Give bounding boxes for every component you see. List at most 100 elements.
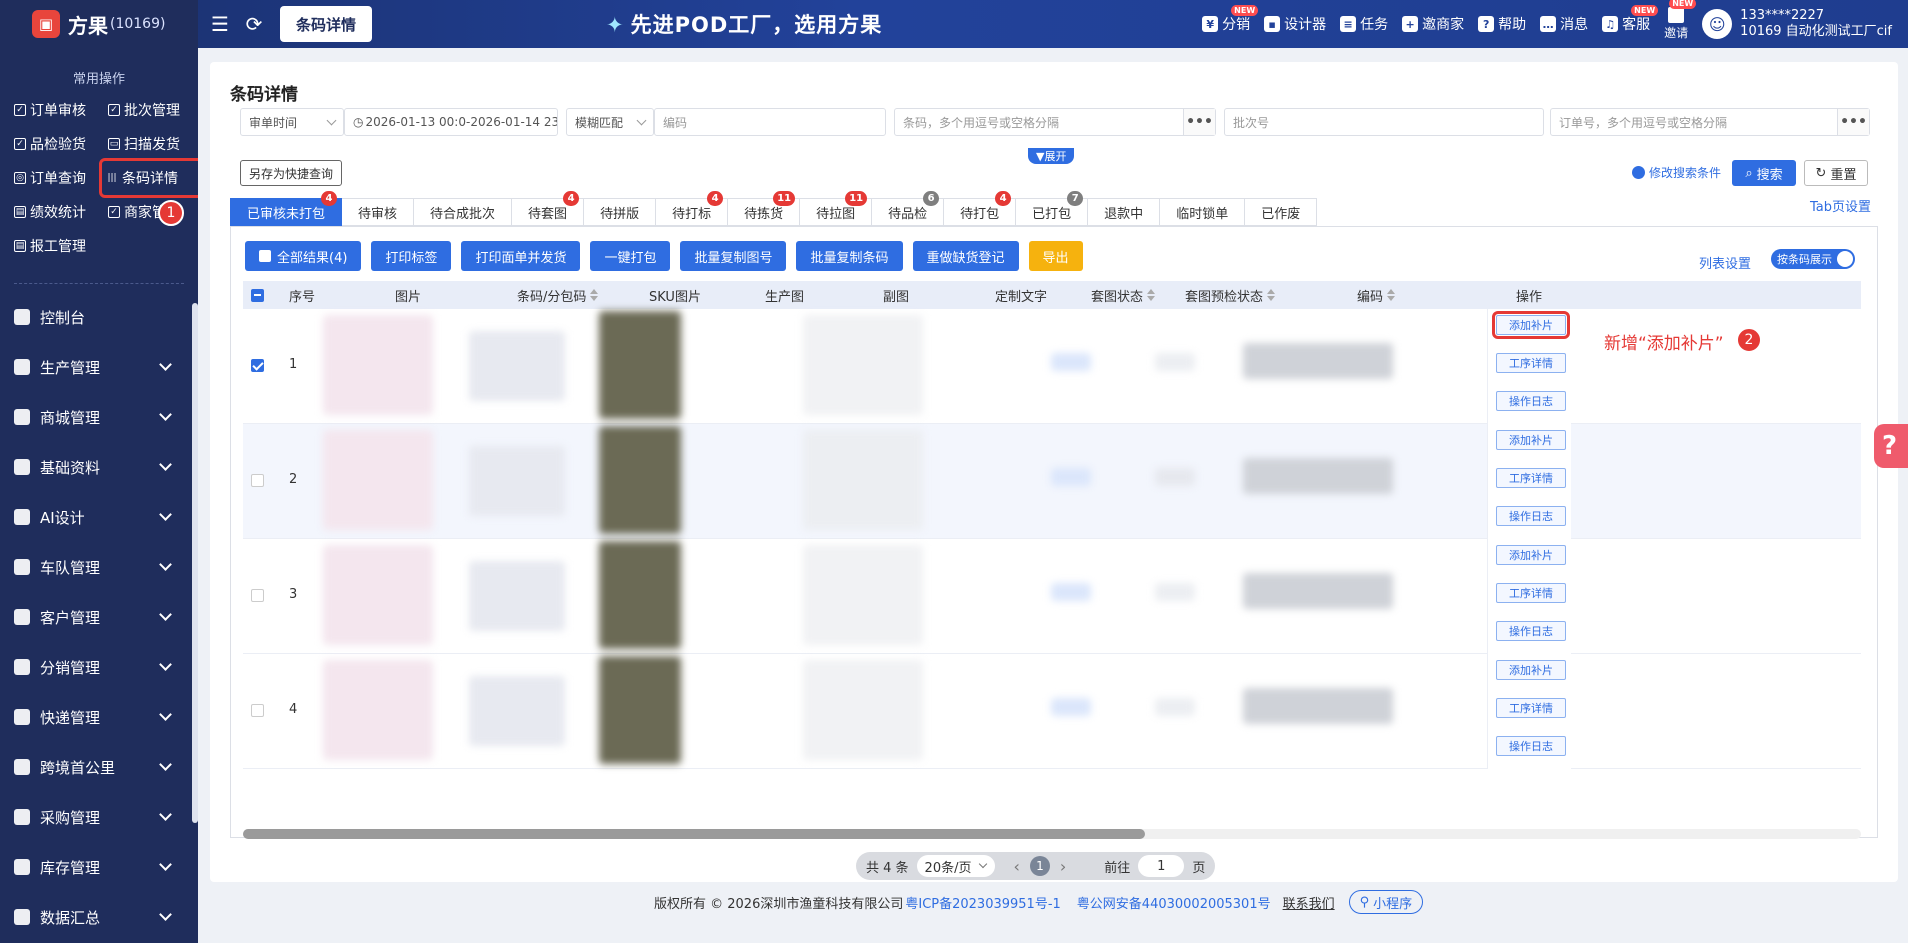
menu-toggle-icon[interactable]: ☰ [208,12,232,36]
icp-link[interactable]: 粤ICP备2023039951号-1 [905,893,1060,912]
tab-pending-label[interactable]: 待打标 4 [656,191,729,226]
sort-icon[interactable] [590,289,599,301]
table-row[interactable]: 2 淘宝 添加补片 工序详情 操作日志 [243,424,1861,539]
nav-designer[interactable]: ▪ 设计器 [1264,14,1326,34]
next-page-icon[interactable]: › [1060,857,1066,876]
sku-image-thumbnail[interactable] [599,426,681,534]
menu-inventory[interactable]: 库存管理 [0,842,198,892]
process-detail-button[interactable]: 工序详情 [1496,698,1566,718]
nav-tasks[interactable]: ≡ 任务 [1340,14,1388,34]
col-barcode[interactable]: 条码/分包码 [517,281,599,309]
menu-express[interactable]: 快递管理 [0,692,198,742]
order-input[interactable]: 订单号，多个用逗号或空格分隔 ••• [1550,108,1870,136]
tab-pending-batch[interactable]: 待合成批次 [414,198,513,226]
nav-invite-merchant[interactable]: + 邀商家 [1402,14,1464,34]
row-checkbox[interactable] [251,589,264,602]
tab-packed[interactable]: 已打包 7 [1016,191,1089,226]
table-row[interactable]: 4 淘宝 添加补片 工序详情 操作日志 [243,654,1861,769]
product-image-thumbnail[interactable] [323,545,433,645]
refresh-icon[interactable]: ⟳ [242,12,266,36]
process-detail-button[interactable]: 工序详情 [1496,468,1566,488]
match-type-select[interactable]: 模糊匹配 [566,108,654,136]
tab-pending-review[interactable]: 待审核 [342,198,415,226]
quick-order-review[interactable]: ✓ 订单审核 [14,93,108,127]
quick-scan-ship[interactable]: ▭ 扫描发货 [108,127,198,161]
table-row[interactable]: 3 淘宝 添加补片 工序详情 操作日志 [243,539,1861,654]
app-logo[interactable]: ▣ 方果 (10169) [0,0,198,48]
add-patch-button[interactable]: 添加补片 [1496,660,1566,680]
page-size-select[interactable]: 20条/页 [916,855,996,877]
process-detail-button[interactable]: 工序详情 [1496,583,1566,603]
tab-voided[interactable]: 已作废 [1245,198,1318,226]
process-detail-button[interactable]: 工序详情 [1496,353,1566,373]
nav-support[interactable]: ♫ 客服 NEW [1602,5,1659,34]
tab-barcode-detail[interactable]: 条码详情 [280,6,373,42]
tab-refunding[interactable]: 退款中 [1088,198,1161,226]
sidebar-scrollbar[interactable] [192,303,198,823]
add-patch-button[interactable]: 添加补片 [1492,311,1570,339]
quick-barcode-detail[interactable]: ||| 条码详情 [99,158,198,198]
nav-distribution[interactable]: ¥ 分销 NEW [1202,5,1259,34]
tab-pending-pick[interactable]: 待拣货 11 [728,191,801,226]
quick-batch-manage[interactable]: ✓ 批次管理 [108,93,198,127]
print-labels-button[interactable]: 打印标签 [371,241,452,271]
user-menu[interactable]: ☺ 133****2227 10169 自动化测试工厂cif [1702,8,1892,40]
police-link[interactable]: 粤公网安备44030002005301号 [1077,893,1271,912]
code-input[interactable]: 编码 [654,108,886,136]
expand-filters-button[interactable]: ▼展开 [1028,148,1075,164]
goto-page-input[interactable]: 1 [1138,855,1185,877]
redo-shortage-button[interactable]: 重做缺货登记 [912,241,1019,271]
product-image-thumbnail[interactable] [323,430,433,530]
nav-invite[interactable]: 邀请 NEW [1664,0,1697,41]
time-type-select[interactable]: 审单时间 [240,108,344,136]
row-checkbox[interactable] [251,704,264,717]
table-row[interactable]: 1 淘宝 添加补片 工序详情 操作日志 [243,309,1861,424]
menu-mall[interactable]: 商城管理 [0,392,198,442]
quick-work-report[interactable]: ▤ 报工管理 [14,229,108,263]
select-all-results-button[interactable]: 全部结果(4) [245,241,362,271]
operation-log-button[interactable]: 操作日志 [1496,506,1566,526]
tab-pending-pull[interactable]: 待拉图 11 [800,191,873,226]
scrollbar-thumb[interactable] [243,829,1145,839]
sort-icon[interactable] [1147,289,1156,301]
menu-data-summary[interactable]: 数据汇总 [0,892,198,942]
quick-merchant[interactable]: ✓ 商家管 [108,195,198,229]
tab-reviewed-unpacked[interactable]: 已审核未打包 4 [230,191,343,226]
quick-performance[interactable]: ▤ 绩效统计 [14,195,108,229]
tab-pending-pack[interactable]: 待打包 4 [944,191,1017,226]
list-settings-link[interactable]: 列表设置 [1699,253,1751,272]
sort-icon[interactable] [1387,289,1396,301]
menu-fleet[interactable]: 车队管理 [0,542,198,592]
more-options-button[interactable]: ••• [1183,109,1215,135]
barcode-display-toggle[interactable]: 按条码展示 [1771,249,1855,269]
tab-pending-layout[interactable]: 待拼版 [584,198,657,226]
sku-image-thumbnail[interactable] [599,656,681,764]
product-image-thumbnail[interactable] [323,660,433,760]
add-patch-button[interactable]: 添加补片 [1496,545,1566,565]
barcode-input[interactable]: 条码，多个用逗号或空格分隔 ••• [894,108,1216,136]
nav-help[interactable]: ? 帮助 [1478,14,1526,34]
tab-settings-link[interactable]: Tab页设置 [1810,196,1871,215]
nav-messages[interactable]: … 消息 [1540,14,1588,34]
row-checkbox[interactable] [251,474,264,487]
batch-input[interactable]: 批次号 [1224,108,1544,136]
page-number[interactable]: 1 [1029,856,1050,876]
more-options-button[interactable]: ••• [1837,109,1869,135]
export-button[interactable]: 导出 [1028,241,1083,271]
mini-program-button[interactable]: ⚲ 小程序 [1348,890,1424,914]
quick-qc[interactable]: ✓ 品检验货 [14,127,108,161]
menu-ai-design[interactable]: AI设计 [0,492,198,542]
print-waybill-ship-button[interactable]: 打印面单并发货 [461,241,581,271]
sort-icon[interactable] [1267,289,1276,301]
col-mockup-status[interactable]: 套图状态 [1091,281,1156,309]
operation-log-button[interactable]: 操作日志 [1496,736,1566,756]
copy-image-numbers-button[interactable]: 批量复制图号 [680,241,787,271]
save-quick-query-button[interactable]: 另存为快捷查询 [240,160,343,186]
menu-customers[interactable]: 客户管理 [0,592,198,642]
contact-link[interactable]: 联系我们 [1283,893,1335,912]
menu-distribution[interactable]: 分销管理 [0,642,198,692]
menu-purchase[interactable]: 采购管理 [0,792,198,842]
tab-pending-mockup[interactable]: 待套图 4 [512,191,585,226]
one-click-pack-button[interactable]: 一键打包 [590,241,671,271]
menu-basic-data[interactable]: 基础资料 [0,442,198,492]
